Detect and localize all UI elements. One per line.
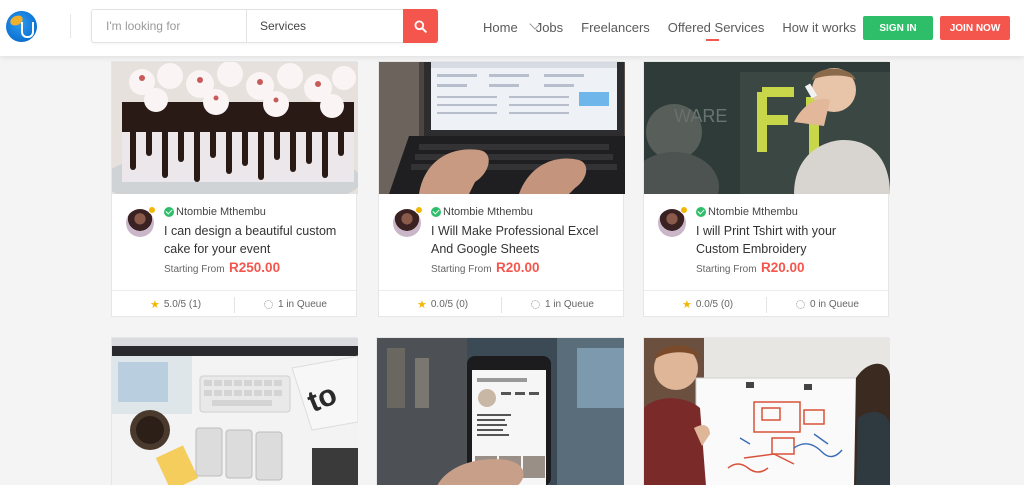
seller-name[interactable]: Ntombie Mthembu <box>708 206 798 218</box>
online-status-dot <box>148 206 156 214</box>
phone-app-photo <box>377 338 624 485</box>
nav-freelancers[interactable]: Freelancers <box>581 20 650 36</box>
spinner-icon <box>264 300 273 309</box>
spinner-icon <box>796 300 805 309</box>
desk-workspace-photo: to <box>112 338 358 485</box>
card-image[interactable]: to <box>112 338 358 485</box>
site-logo[interactable] <box>6 11 37 42</box>
price-value: R250.00 <box>229 260 281 275</box>
service-title[interactable]: I will Print Tshirt with your Custom Emb… <box>696 222 881 258</box>
nav-jobs[interactable]: Jobs <box>536 20 563 36</box>
price-value: R20.00 <box>761 260 805 275</box>
queue-text: 1 in Queue <box>545 299 594 310</box>
verified-check-icon <box>164 207 174 217</box>
queue-status: 0 in Queue <box>796 299 859 310</box>
service-title[interactable]: I can design a beautiful custom cake for… <box>164 222 349 258</box>
rating: ★ 5.0/5 (1) <box>150 299 201 310</box>
rating: ★ 0.0/5 (0) <box>417 299 468 310</box>
search-button[interactable] <box>403 9 438 43</box>
service-card[interactable] <box>376 337 624 485</box>
card-image[interactable]: WARE <box>644 62 890 194</box>
laptop-typing-photo <box>379 62 625 194</box>
search-icon <box>414 20 427 33</box>
card-body: Ntombie Mthembu I will Print Tshirt with… <box>644 194 888 290</box>
queue-status: 1 in Queue <box>531 299 594 310</box>
nav-how-it-works[interactable]: How it works <box>782 20 856 36</box>
header-divider <box>70 14 71 38</box>
service-card[interactable] <box>643 337 890 485</box>
price-label: Starting From <box>164 264 225 275</box>
search-bar: Services <box>91 9 541 43</box>
queue-status: 1 in Queue <box>264 299 327 310</box>
price-row: Starting From R20.00 <box>696 259 805 277</box>
rating-text: 0.0/5 (0) <box>695 299 734 310</box>
star-icon: ★ <box>682 298 692 311</box>
footer-separator <box>766 297 767 313</box>
card-footer: ★ 0.0/5 (0) 0 in Queue <box>644 290 888 317</box>
whiteboard-sketch-photo <box>644 338 890 485</box>
card-image[interactable] <box>644 338 890 485</box>
price-row: Starting From R20.00 <box>431 259 540 277</box>
rating-text: 5.0/5 (1) <box>163 299 202 310</box>
nav-home[interactable]: Home <box>483 20 518 36</box>
service-title[interactable]: I Will Make Professional Excel And Googl… <box>431 222 616 258</box>
card-image[interactable] <box>379 62 625 194</box>
footer-separator <box>234 297 235 313</box>
card-footer: ★ 5.0/5 (1) 1 in Queue <box>112 290 356 317</box>
spinner-icon <box>531 300 540 309</box>
card-image[interactable] <box>112 62 358 194</box>
star-icon: ★ <box>150 298 160 311</box>
queue-text: 0 in Queue <box>810 299 859 310</box>
star-icon: ★ <box>417 298 427 311</box>
card-footer: ★ 0.0/5 (0) 1 in Queue <box>379 290 623 317</box>
queue-text: 1 in Queue <box>278 299 327 310</box>
service-card[interactable]: Ntombie Mthembu I Will Make Professional… <box>378 61 625 317</box>
service-card[interactable]: WARE Ntombie Mthembu I will Print Tshirt… <box>643 61 890 317</box>
rating: ★ 0.0/5 (0) <box>682 299 733 310</box>
cake-photo <box>112 62 358 194</box>
seller-name[interactable]: Ntombie Mthembu <box>443 206 533 218</box>
online-status-dot <box>680 206 688 214</box>
service-card[interactable]: Ntombie Mthembu I can design a beautiful… <box>111 61 358 317</box>
main-nav: Home Jobs Freelancers Offered Services H… <box>483 20 874 41</box>
price-row: Starting From R250.00 <box>164 259 280 277</box>
card-body: Ntombie Mthembu I Will Make Professional… <box>379 194 623 290</box>
price-value: R20.00 <box>496 260 540 275</box>
card-body: Ntombie Mthembu I can design a beautiful… <box>112 194 356 290</box>
nav-offered-services[interactable]: Offered Services <box>668 20 764 41</box>
price-label: Starting From <box>431 264 492 275</box>
verified-check-icon <box>431 207 441 217</box>
online-status-dot <box>415 206 423 214</box>
whiteboard-writing-photo: WARE <box>644 62 890 194</box>
verified-check-icon <box>696 207 706 217</box>
category-select-value: Services <box>260 19 307 33</box>
search-input[interactable] <box>92 10 246 42</box>
service-card[interactable]: to <box>111 337 358 485</box>
join-now-button[interactable]: JOIN NOW <box>940 16 1010 40</box>
top-header: Services Home Jobs Freelancers Offered S… <box>0 0 1024 56</box>
rating-text: 0.0/5 (0) <box>430 299 469 310</box>
card-image[interactable] <box>377 338 624 485</box>
price-label: Starting From <box>696 264 757 275</box>
seller-name[interactable]: Ntombie Mthembu <box>176 206 266 218</box>
footer-separator <box>501 297 502 313</box>
category-select[interactable]: Services <box>247 10 541 42</box>
sign-in-button[interactable]: SIGN IN <box>863 16 933 40</box>
